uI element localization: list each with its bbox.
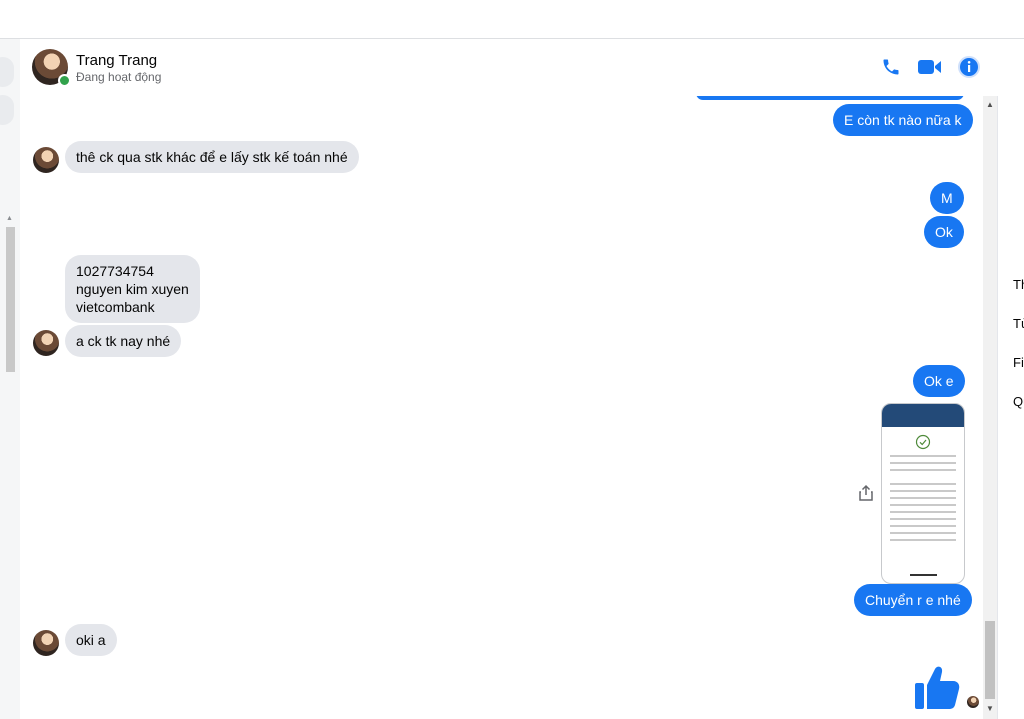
info-icon[interactable] <box>957 55 981 79</box>
online-indicator <box>58 74 71 87</box>
contact-avatar[interactable] <box>33 630 59 656</box>
message-bubble[interactable]: 1027734754 nguyen kim xuyen vietcombank <box>65 255 200 323</box>
check-circle-icon <box>915 434 931 450</box>
message-bubble[interactable]: oki a <box>65 624 117 656</box>
message-scrollbar[interactable]: ▲ ▼ <box>983 96 997 719</box>
receipt-line <box>890 504 956 506</box>
message-thread[interactable]: E còn tk nào nữa k thê ck qua stk khác đ… <box>20 96 983 719</box>
top-bar <box>0 0 1024 39</box>
message-bubble[interactable]: a ck tk nay nhé <box>65 325 182 357</box>
message-bubble[interactable]: M <box>930 182 964 214</box>
contact-avatar[interactable] <box>33 330 59 356</box>
thumbs-up-icon[interactable] <box>913 661 961 711</box>
receipt-line <box>890 511 956 513</box>
receipt-line <box>890 532 956 534</box>
details-item[interactable]: Th <box>1013 277 1024 292</box>
video-icon[interactable] <box>916 55 944 79</box>
message-bubble[interactable]: Chuyển r e nhé <box>854 584 972 616</box>
scrollbar-thumb[interactable] <box>985 621 995 699</box>
conversation-avatar[interactable] <box>0 95 14 125</box>
scroll-up-arrow-icon[interactable]: ▲ <box>986 100 994 109</box>
message-bubble[interactable]: Ok e <box>913 365 965 397</box>
receipt-line <box>890 469 956 471</box>
receipt-line <box>890 497 956 499</box>
receipt-header <box>882 404 964 427</box>
conversation-header: Trang Trang Đang hoạt động <box>20 39 997 97</box>
contact-status: Đang hoạt động <box>76 70 162 84</box>
message-bubble <box>696 96 964 100</box>
message-bubble[interactable]: E còn tk nào nữa k <box>833 104 973 136</box>
conversation-avatar[interactable] <box>0 57 14 87</box>
conversation-list-panel: ▲ <box>0 39 21 719</box>
details-item[interactable]: Fil <box>1013 355 1024 370</box>
details-panel: Th Tù Fil Qu <box>997 96 1024 719</box>
receipt-line <box>890 539 956 541</box>
scroll-down-arrow-icon[interactable]: ▼ <box>986 704 994 713</box>
share-icon[interactable] <box>857 484 875 502</box>
image-attachment[interactable] <box>881 403 965 584</box>
receipt-line <box>890 518 956 520</box>
read-receipt-avatar <box>967 696 979 708</box>
contact-name[interactable]: Trang Trang <box>76 52 157 69</box>
home-indicator <box>910 574 937 576</box>
contact-avatar[interactable] <box>33 147 59 173</box>
scroll-up-arrow-icon[interactable]: ▲ <box>6 215 13 222</box>
message-bubble[interactable]: Ok <box>924 216 964 248</box>
receipt-line <box>890 525 956 527</box>
receipt-line <box>890 455 956 457</box>
receipt-line <box>890 490 956 492</box>
details-item[interactable]: Qu <box>1013 394 1024 409</box>
receipt-line <box>890 483 956 485</box>
message-bubble[interactable]: thê ck qua stk khác để e lấy stk kế toán… <box>65 141 359 173</box>
phone-icon[interactable] <box>879 55 903 79</box>
conversation-list-scrollbar[interactable] <box>6 227 15 372</box>
details-item[interactable]: Tù <box>1013 316 1024 331</box>
receipt-line <box>890 462 956 464</box>
